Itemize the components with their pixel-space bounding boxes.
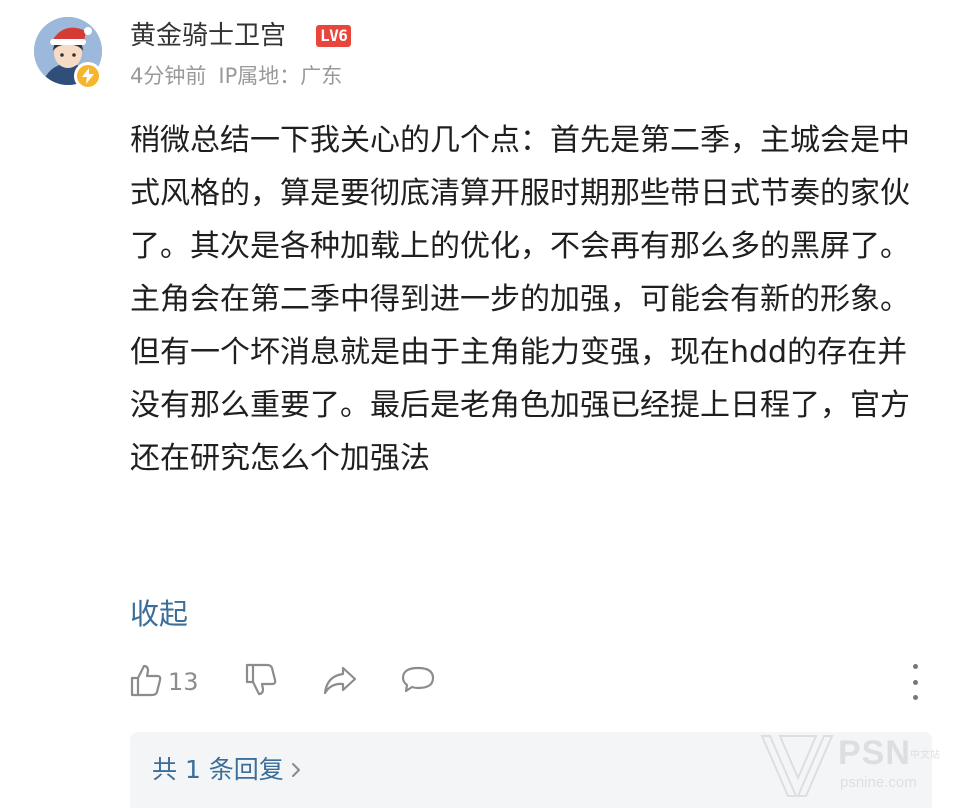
watermark-brand: PSN xyxy=(838,734,911,772)
level-badge: LV6 xyxy=(316,25,352,47)
more-vertical-icon[interactable] xyxy=(903,664,927,700)
comment-meta: 4分钟前 IP属地：广东 xyxy=(130,60,342,92)
view-replies-link[interactable]: 共 1 条回复 xyxy=(152,750,302,790)
timestamp: 4分钟前 xyxy=(130,64,207,88)
replies-count-label: 共 1 条回复 xyxy=(152,755,284,784)
thumbs-down-icon xyxy=(243,662,279,702)
lightning-badge-icon xyxy=(74,62,102,90)
watermark: PSN 中文站 psnine.com xyxy=(758,730,954,802)
share-button[interactable] xyxy=(321,662,359,702)
thumbs-up-icon xyxy=(128,662,164,702)
watermark-url: psnine.com xyxy=(840,774,917,791)
chevron-right-icon xyxy=(290,760,302,780)
watermark-logo xyxy=(760,735,834,797)
comment-actions: 13 xyxy=(128,660,437,704)
username[interactable]: 黄金骑士卫宫 xyxy=(130,16,286,56)
watermark-tag: 中文站 xyxy=(910,750,940,761)
like-button[interactable]: 13 xyxy=(128,662,199,702)
reply-button[interactable] xyxy=(399,662,437,702)
comment-bubble-icon xyxy=(399,662,437,702)
share-icon xyxy=(321,662,359,702)
ip-location: IP属地：广东 xyxy=(218,64,343,88)
dislike-button[interactable] xyxy=(243,662,279,702)
collapse-link[interactable]: 收起 xyxy=(130,592,188,636)
comment-text: 稍微总结一下我关心的几个点：首先是第二季，主城会是中式风格的，算是要彻底清算开服… xyxy=(130,123,910,476)
like-count: 13 xyxy=(168,668,199,696)
